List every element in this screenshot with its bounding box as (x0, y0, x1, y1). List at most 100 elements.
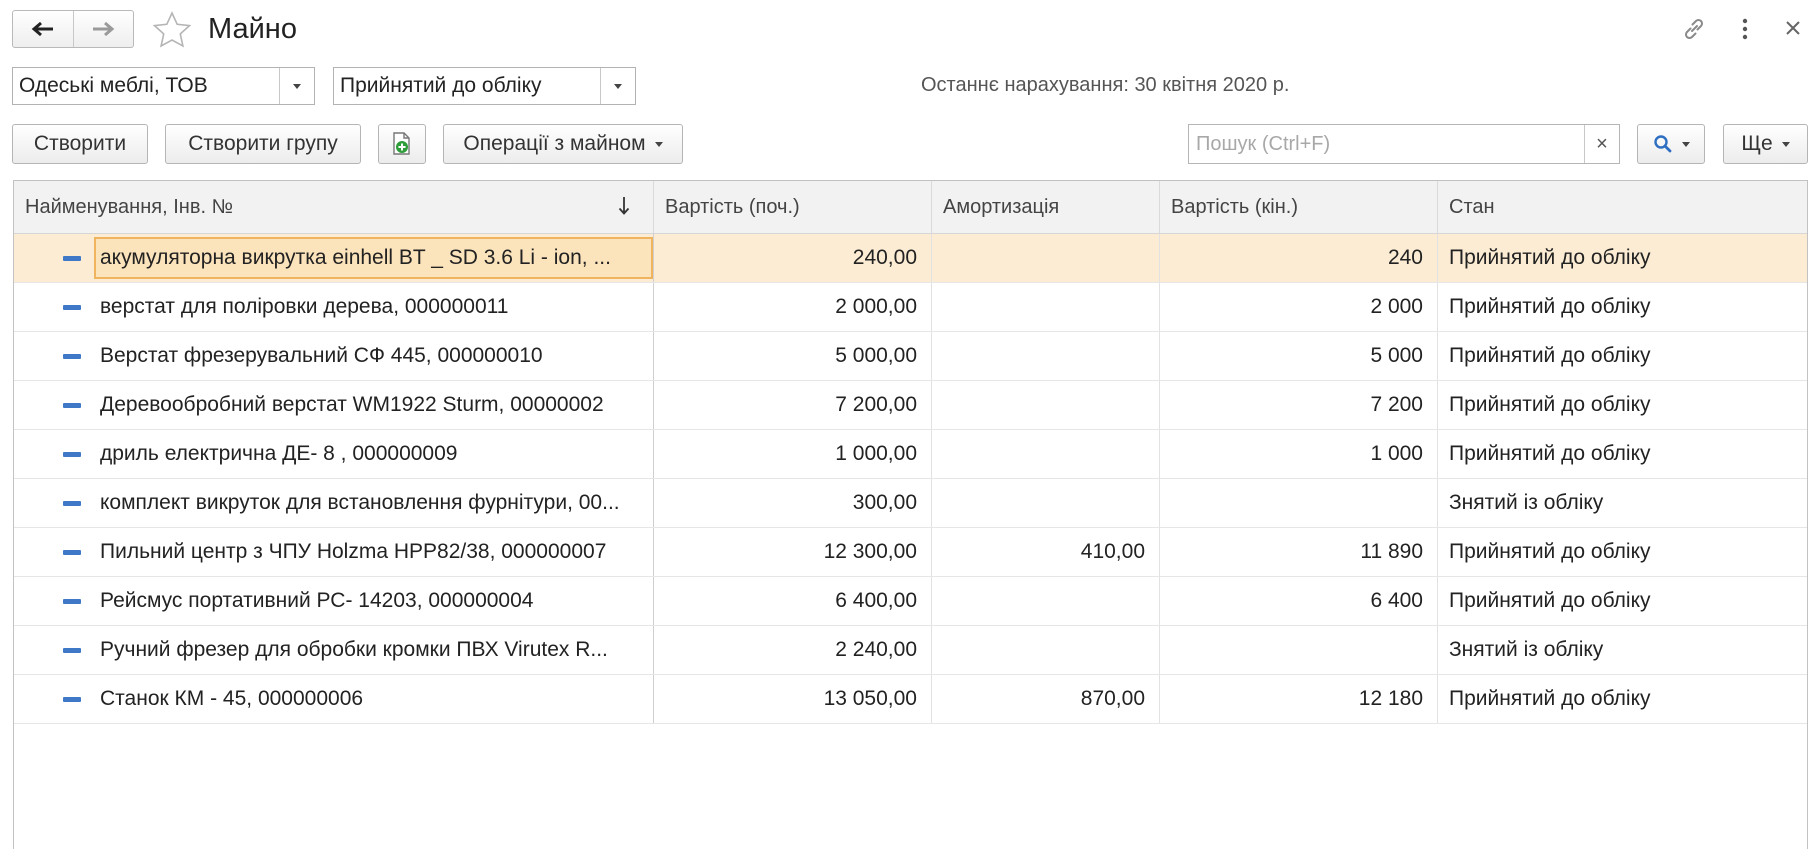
back-button[interactable] (13, 11, 73, 47)
cell-state[interactable]: Прийнятий до обліку (1438, 283, 1807, 331)
cell-cost-end[interactable]: 2 000 (1160, 283, 1438, 331)
link-button[interactable] (1680, 15, 1708, 48)
cell-amortization[interactable] (932, 626, 1160, 674)
create-button[interactable]: Створити (12, 124, 148, 164)
cell-name[interactable]: акумуляторна викрутка einhell BT _ SD 3.… (14, 234, 654, 282)
search-field[interactable]: × (1188, 124, 1620, 164)
property-item-icon (63, 500, 81, 506)
document-add-icon (393, 132, 410, 155)
cell-cost-end[interactable]: 11 890 (1160, 528, 1438, 576)
cell-state[interactable]: Знятий із обліку (1438, 626, 1807, 674)
item-name: Станок КМ - 45, 000000006 (100, 687, 364, 710)
cell-cost-end[interactable] (1160, 479, 1438, 527)
cell-name[interactable]: Деревообробний верстат WM1922 Sturm, 000… (14, 381, 654, 429)
column-header-cost-end[interactable]: Вартість (кін.) (1160, 181, 1438, 233)
table-header: Найменування, Інв. № Вартість (поч.) Амо… (14, 181, 1807, 234)
cell-cost-end[interactable]: 7 200 (1160, 381, 1438, 429)
cell-amortization[interactable] (932, 332, 1160, 380)
cell-state[interactable]: Прийнятий до обліку (1438, 234, 1807, 282)
arrow-left-icon (31, 21, 53, 37)
property-operations-menu[interactable]: Операції з майном (443, 124, 683, 164)
cell-amortization[interactable]: 410,00 (932, 528, 1160, 576)
column-header-amortization[interactable]: Амортизація (932, 181, 1160, 233)
cell-name[interactable]: комплект викруток для встановлення фурні… (14, 479, 654, 527)
cell-cost-start[interactable]: 2 000,00 (654, 283, 932, 331)
cell-amortization[interactable] (932, 283, 1160, 331)
table-row[interactable]: Пильний центр з ЧПУ Holzma HPP82/38, 000… (14, 528, 1807, 577)
column-header-cost-start[interactable]: Вартість (поч.) (654, 181, 932, 233)
table-row[interactable]: Рейсмус портативний РС- 14203, 000000004… (14, 577, 1807, 626)
forward-button[interactable] (72, 11, 134, 47)
cell-cost-start[interactable]: 12 300,00 (654, 528, 932, 576)
create-group-button[interactable]: Створити групу (165, 124, 361, 164)
cell-cost-start[interactable]: 300,00 (654, 479, 932, 527)
chevron-down-icon (654, 141, 663, 147)
cell-amortization[interactable] (932, 234, 1160, 282)
table-row[interactable]: акумуляторна викрутка einhell BT _ SD 3.… (14, 234, 1807, 283)
cell-name[interactable]: Рейсмус портативний РС- 14203, 000000004 (14, 577, 654, 625)
status-dropdown-button[interactable] (600, 68, 635, 104)
cell-cost-end[interactable]: 5 000 (1160, 332, 1438, 380)
cell-cost-end[interactable]: 240 (1160, 234, 1438, 282)
cell-cost-start[interactable]: 5 000,00 (654, 332, 932, 380)
cell-name[interactable]: дриль електрична ДЕ- 8 , 000000009 (14, 430, 654, 478)
copy-button[interactable] (378, 124, 426, 164)
property-item-icon (63, 353, 81, 359)
item-name: Деревообробний верстат WM1922 Sturm, 000… (100, 393, 604, 416)
more-actions-button[interactable] (1738, 16, 1752, 47)
table-row[interactable]: Верстат фрезерувальний СФ 445, 000000010… (14, 332, 1807, 381)
cell-state[interactable]: Прийнятий до обліку (1438, 381, 1807, 429)
close-button[interactable] (1784, 19, 1802, 42)
status-select[interactable]: Прийнятий до обліку (333, 67, 636, 105)
cell-name[interactable]: Станок КМ - 45, 000000006 (14, 675, 654, 723)
cell-state[interactable]: Прийнятий до обліку (1438, 430, 1807, 478)
property-item-icon (63, 451, 81, 457)
table-row[interactable]: верстат для поліровки дерева, 000000011 2… (14, 283, 1807, 332)
cell-state[interactable]: Прийнятий до обліку (1438, 332, 1807, 380)
cell-state[interactable]: Прийнятий до обліку (1438, 675, 1807, 723)
more-menu-button[interactable]: Ще (1723, 124, 1808, 164)
cell-state[interactable]: Прийнятий до обліку (1438, 528, 1807, 576)
cell-cost-start[interactable]: 13 050,00 (654, 675, 932, 723)
table-row[interactable]: Станок КМ - 45, 000000006 13 050,00 870,00… (14, 675, 1807, 724)
column-header-state[interactable]: Стан (1438, 181, 1807, 233)
table-row[interactable]: комплект викруток для встановлення фурні… (14, 479, 1807, 528)
cell-amortization[interactable] (932, 577, 1160, 625)
cell-name[interactable]: Ручний фрезер для обробки кромки ПВХ Vir… (14, 626, 654, 674)
cell-cost-start[interactable]: 1 000,00 (654, 430, 932, 478)
search-input[interactable] (1189, 124, 1584, 164)
item-name: Ручний фрезер для обробки кромки ПВХ Vir… (100, 638, 608, 661)
chevron-down-icon (614, 83, 622, 89)
table-row[interactable]: Деревообробний верстат WM1922 Sturm, 000… (14, 381, 1807, 430)
cell-name[interactable]: Пильний центр з ЧПУ Holzma HPP82/38, 000… (14, 528, 654, 576)
cell-cost-start[interactable]: 7 200,00 (654, 381, 932, 429)
organization-dropdown-button[interactable] (279, 68, 314, 104)
cell-cost-start[interactable]: 6 400,00 (654, 577, 932, 625)
table-row[interactable]: Ручний фрезер для обробки кромки ПВХ Vir… (14, 626, 1807, 675)
cell-amortization[interactable] (932, 430, 1160, 478)
search-options-button[interactable] (1637, 124, 1705, 164)
cell-state[interactable]: Знятий із обліку (1438, 479, 1807, 527)
cell-name[interactable]: Верстат фрезерувальний СФ 445, 000000010 (14, 332, 654, 380)
cell-cost-end[interactable]: 12 180 (1160, 675, 1438, 723)
name-box: Пильний центр з ЧПУ Holzma HPP82/38, 000… (100, 540, 640, 564)
cell-cost-end[interactable]: 6 400 (1160, 577, 1438, 625)
search-clear-button[interactable]: × (1584, 125, 1619, 163)
cell-state[interactable]: Прийнятий до обліку (1438, 577, 1807, 625)
cell-amortization[interactable] (932, 479, 1160, 527)
cell-cost-end[interactable]: 1 000 (1160, 430, 1438, 478)
cell-name[interactable]: верстат для поліровки дерева, 000000011 (14, 283, 654, 331)
cell-amortization[interactable] (932, 381, 1160, 429)
table-row[interactable]: дриль електрична ДЕ- 8 , 000000009 1 000,… (14, 430, 1807, 479)
name-box: Рейсмус портативний РС- 14203, 000000004 (100, 589, 640, 613)
cell-cost-end[interactable] (1160, 626, 1438, 674)
cell-amortization[interactable]: 870,00 (932, 675, 1160, 723)
favorite-button[interactable] (152, 11, 192, 54)
column-header-name[interactable]: Найменування, Інв. № (14, 181, 654, 233)
cell-cost-start[interactable]: 2 240,00 (654, 626, 932, 674)
property-item-icon (63, 402, 81, 408)
property-operations-label: Операції з майном (463, 132, 646, 155)
property-item-icon (63, 598, 81, 604)
organization-select[interactable]: Одеські меблі, ТОВ (12, 67, 315, 105)
cell-cost-start[interactable]: 240,00 (654, 234, 932, 282)
